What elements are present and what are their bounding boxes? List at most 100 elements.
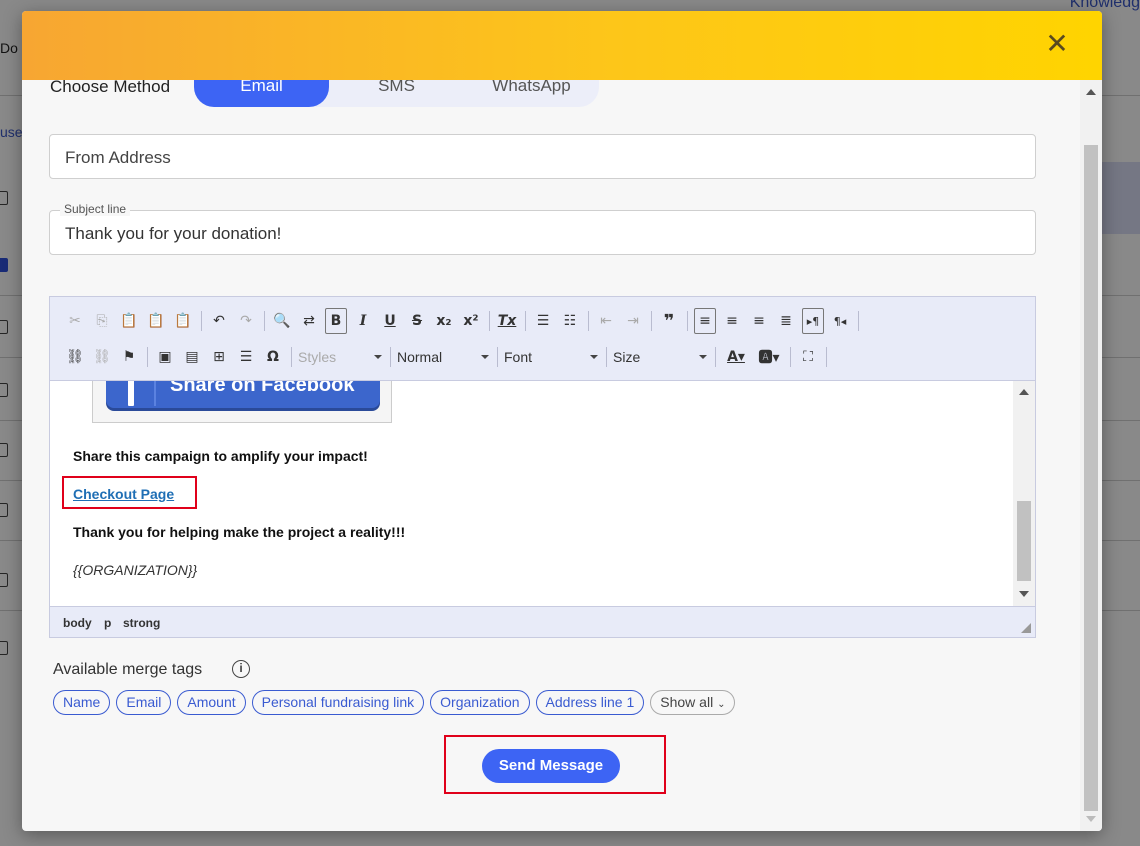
redo-icon[interactable]: ↷ xyxy=(235,310,257,332)
from-address-field[interactable]: From Address xyxy=(49,134,1036,179)
replace-icon[interactable]: ⇄ xyxy=(298,310,320,332)
chevron-down-icon xyxy=(699,355,707,359)
image-icon[interactable]: ▣ xyxy=(154,346,176,368)
justify-icon[interactable]: ≣ xyxy=(775,310,797,332)
show-all-tags-button[interactable]: Show all ⌄ xyxy=(650,690,736,715)
chevron-down-icon: ⌄ xyxy=(717,699,726,710)
merge-tag-address-line-1[interactable]: Address line 1 xyxy=(535,690,645,715)
paste-word-icon[interactable]: 📋 xyxy=(172,310,194,332)
subject-line-value: Thank you for your donation! xyxy=(65,224,282,243)
remove-format-icon[interactable]: Tx xyxy=(496,310,518,332)
scroll-up-arrow-icon[interactable] xyxy=(1019,389,1029,395)
scroll-down-arrow-icon[interactable] xyxy=(1019,591,1029,597)
merge-tag-email[interactable]: Email xyxy=(116,690,172,715)
choose-method-label: Choose Method xyxy=(50,77,171,96)
find-icon[interactable]: 🔍 xyxy=(271,310,293,332)
increase-indent-icon[interactable]: ⇥ xyxy=(622,310,644,332)
toolbar-separator xyxy=(790,347,791,367)
subscript-icon[interactable]: x₂ xyxy=(433,310,455,332)
numbered-list-icon[interactable]: ☰ xyxy=(532,310,554,332)
merge-tag-fundraising-link[interactable]: Personal fundraising link xyxy=(251,690,425,715)
font-dropdown[interactable]: Font xyxy=(504,346,604,368)
modal-header: ✕ xyxy=(22,11,1102,80)
scroll-up-arrow-icon[interactable] xyxy=(1086,89,1096,95)
background-color-icon[interactable]: 🅰▾ xyxy=(755,346,783,368)
bold-icon[interactable]: B xyxy=(325,308,347,334)
path-body[interactable]: body xyxy=(63,616,92,630)
thank-you-text: Thank you for helping make the project a… xyxy=(73,524,406,540)
info-icon[interactable]: i xyxy=(232,660,250,678)
editor-content[interactable]: Share on Facebook Share this campaign to… xyxy=(50,381,1012,607)
maximize-icon[interactable]: ⛶ xyxy=(797,346,819,368)
unlink-icon[interactable]: ⛓ xyxy=(91,346,113,368)
toolbar-separator xyxy=(826,347,827,367)
chevron-down-icon xyxy=(481,355,489,359)
link-icon[interactable]: ⛓ xyxy=(64,346,86,368)
italic-icon[interactable]: I xyxy=(352,310,374,332)
send-message-button[interactable]: Send Message xyxy=(482,749,620,783)
facebook-share-button[interactable]: Share on Facebook xyxy=(106,381,380,408)
toolbar-separator xyxy=(715,347,716,367)
merge-tag-organization[interactable]: Organization xyxy=(430,690,530,715)
styles-dropdown[interactable]: Styles xyxy=(298,346,388,368)
strikethrough-icon[interactable]: S xyxy=(406,310,428,332)
chevron-down-icon xyxy=(590,355,598,359)
special-char-icon[interactable]: Ω xyxy=(262,346,284,368)
facebook-button-divider xyxy=(154,381,156,406)
path-p[interactable]: p xyxy=(104,616,111,630)
editor-scroll-thumb[interactable] xyxy=(1017,501,1031,581)
text-color-icon[interactable]: A▾ xyxy=(722,346,750,368)
font-label: Font xyxy=(504,349,533,365)
modal-scrollbar[interactable] xyxy=(1080,80,1102,831)
from-address-placeholder: From Address xyxy=(65,148,171,167)
paste-icon[interactable]: 📋 xyxy=(118,310,140,332)
scroll-down-arrow-icon[interactable] xyxy=(1086,816,1096,822)
horizontal-line-icon[interactable]: ☰ xyxy=(235,346,257,368)
toolbar-separator xyxy=(606,347,607,367)
size-dropdown[interactable]: Size xyxy=(613,346,713,368)
rtl-icon[interactable]: ¶◂ xyxy=(829,310,851,332)
format-dropdown[interactable]: Normal xyxy=(397,346,495,368)
copy-icon[interactable]: ⎘ xyxy=(91,310,113,332)
chevron-down-icon xyxy=(374,355,382,359)
subject-line-field[interactable]: Subject line Thank you for your donation… xyxy=(49,202,1036,255)
path-strong[interactable]: strong xyxy=(123,616,160,630)
merge-tags-list: Name Email Amount Personal fundraising l… xyxy=(53,690,741,715)
decrease-indent-icon[interactable]: ⇤ xyxy=(595,310,617,332)
cut-icon[interactable]: ✂ xyxy=(64,310,86,332)
toolbar-separator xyxy=(651,311,652,331)
size-label: Size xyxy=(613,349,641,365)
toolbar-separator xyxy=(489,311,490,331)
send-message-modal: Choose Method Email SMS WhatsApp From Ad… xyxy=(22,11,1102,831)
toolbar-separator xyxy=(497,347,498,367)
align-left-icon[interactable]: ≡ xyxy=(694,308,716,334)
blockquote-icon[interactable]: ❞ xyxy=(658,310,680,332)
subject-line-legend: Subject line xyxy=(60,202,131,216)
merge-tag-amount[interactable]: Amount xyxy=(177,690,246,715)
facebook-share-label: Share on Facebook xyxy=(170,381,355,396)
editor-scrollbar[interactable] xyxy=(1013,381,1035,607)
toolbar-separator xyxy=(588,311,589,331)
close-icon[interactable]: ✕ xyxy=(1044,30,1070,58)
toolbar-separator xyxy=(147,347,148,367)
bulleted-list-icon[interactable]: ☷ xyxy=(559,310,581,332)
modal-body: Choose Method Email SMS WhatsApp From Ad… xyxy=(22,11,1080,831)
toolbar-separator xyxy=(858,311,859,331)
merge-tag-name[interactable]: Name xyxy=(53,690,111,715)
toolbar-row-2: ⛓ ⛓ ⚑ ▣ ▤ ⊞ ☰ Ω Styles Normal Font Size … xyxy=(64,343,833,371)
facebook-icon xyxy=(128,381,134,406)
paste-text-icon[interactable]: 📋 xyxy=(145,310,167,332)
modal-scroll-thumb[interactable] xyxy=(1084,145,1098,811)
ltr-icon[interactable]: ▸¶ xyxy=(802,308,824,334)
anchor-flag-icon[interactable]: ⚑ xyxy=(118,346,140,368)
toolbar-separator xyxy=(687,311,688,331)
underline-icon[interactable]: U xyxy=(379,310,401,332)
merge-tags-label: Available merge tags xyxy=(53,661,203,678)
align-center-icon[interactable]: ≡ xyxy=(721,310,743,332)
table-icon[interactable]: ⊞ xyxy=(208,346,230,368)
superscript-icon[interactable]: x² xyxy=(460,310,482,332)
insert-media-icon[interactable]: ▤ xyxy=(181,346,203,368)
align-right-icon[interactable]: ≡ xyxy=(748,310,770,332)
undo-icon[interactable]: ↶ xyxy=(208,310,230,332)
resize-grip-icon[interactable] xyxy=(1021,623,1031,633)
